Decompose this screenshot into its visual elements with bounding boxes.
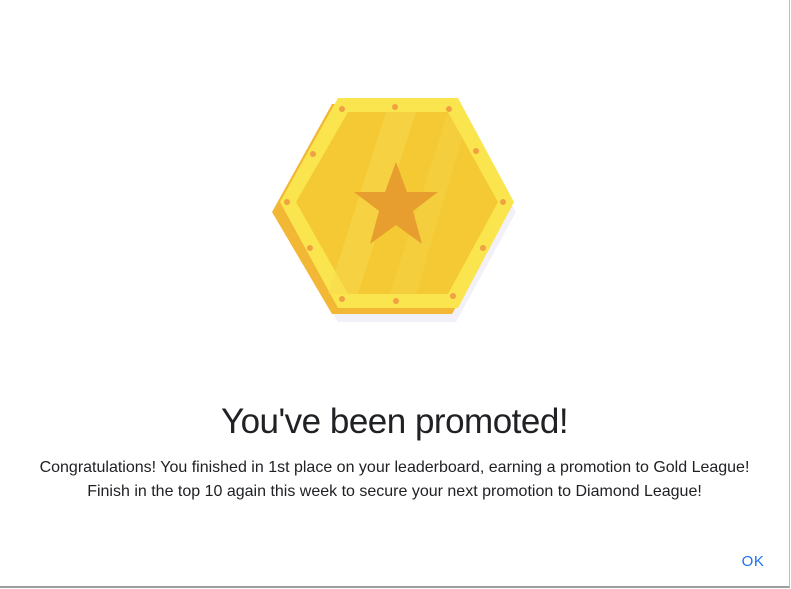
dialog-message: Congratulations! You finished in 1st pla… <box>39 459 750 500</box>
promotion-dialog: You've been promoted! Congratulations! Y… <box>0 0 790 588</box>
ok-button[interactable]: OK <box>732 548 774 574</box>
gold-league-badge-icon <box>272 98 516 322</box>
dialog-title: You've been promoted! <box>220 402 569 441</box>
